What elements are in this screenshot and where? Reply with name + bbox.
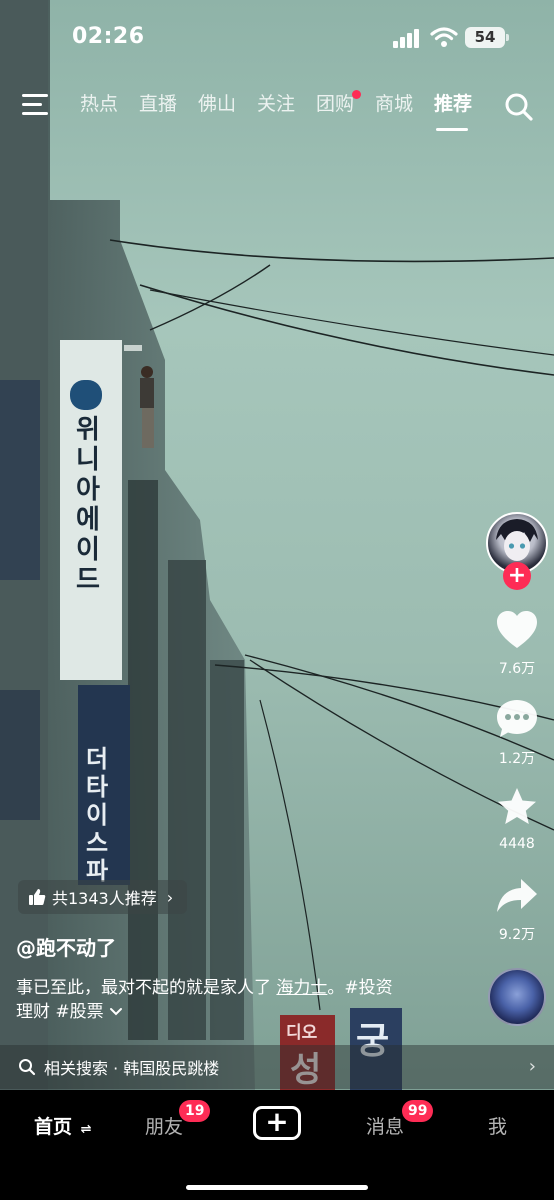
- chevron-right-icon: ›: [166, 887, 174, 907]
- video-player[interactable]: 위니아에이드 더타이스파 디오 성 궁: [0, 0, 554, 1090]
- bottom-nav: 首页 ⇌ 朋友 19 + 消息 99 我: [0, 1090, 554, 1200]
- battery-icon: 54: [465, 27, 509, 48]
- recommend-pill[interactable]: 共1343人推荐 ›: [18, 880, 188, 914]
- share-button[interactable]: 9.2万: [480, 876, 554, 944]
- comment-button[interactable]: 1.2万: [480, 698, 554, 768]
- nav-me[interactable]: 我: [488, 1112, 507, 1139]
- comment-count: 1.2万: [498, 751, 536, 767]
- battery-level: 54: [474, 28, 496, 46]
- status-time: 02:26: [72, 24, 145, 49]
- tab-group-buy[interactable]: 团购: [316, 90, 375, 126]
- author-name[interactable]: @跑不动了: [16, 932, 116, 961]
- feed-tabs: 热点 直播 佛山 关注 团购 商城 推荐: [80, 90, 493, 131]
- refresh-swap-icon: ⇌: [80, 1122, 92, 1137]
- post-description: 事已至此，最对不起的就是家人了 海力士。#投资 理财 #股票: [16, 976, 456, 1024]
- like-count: 7.6万: [498, 661, 536, 677]
- keyword-link[interactable]: 海力士: [276, 978, 327, 998]
- wifi-icon: [430, 27, 458, 47]
- nav-friends[interactable]: 朋友 19: [145, 1100, 211, 1139]
- nav-home[interactable]: 首页 ⇌: [34, 1112, 92, 1139]
- cellular-signal-icon: [393, 28, 421, 48]
- share-count: 9.2万: [498, 927, 536, 943]
- search-icon: [19, 1059, 36, 1076]
- tab-group-buy-label: 团购: [316, 93, 355, 115]
- star-icon: [498, 788, 536, 824]
- nav-messages[interactable]: 消息 99: [366, 1100, 434, 1139]
- nav-friends-label: 朋友: [145, 1116, 184, 1138]
- music-disc[interactable]: [488, 968, 546, 1026]
- messages-badge: 99: [402, 1100, 434, 1122]
- heart-icon: [497, 611, 537, 648]
- video-sign-2: 더타이스파: [86, 745, 109, 885]
- menu-icon[interactable]: [22, 94, 50, 116]
- favorite-count: 4448: [499, 836, 535, 852]
- chevron-down-icon[interactable]: [109, 1007, 123, 1017]
- nav-messages-label: 消息: [366, 1116, 405, 1138]
- favorite-button[interactable]: 4448: [480, 786, 554, 852]
- friends-badge: 19: [179, 1100, 211, 1122]
- notification-dot: [352, 90, 361, 99]
- tab-recommend[interactable]: 推荐: [434, 90, 493, 131]
- tab-local[interactable]: 佛山: [198, 90, 257, 126]
- search-icon[interactable]: [504, 92, 534, 122]
- related-search-text: 相关搜索 · 韩国股民跳楼: [44, 1059, 220, 1078]
- top-nav: 热点 直播 佛山 关注 团购 商城 推荐: [0, 84, 554, 134]
- comment-icon: [497, 700, 537, 737]
- video-sign-1: 위니아에이드: [76, 415, 100, 595]
- thumbs-up-icon: [29, 889, 46, 905]
- nav-home-label: 首页: [34, 1116, 73, 1138]
- create-post-button[interactable]: +: [253, 1106, 301, 1140]
- related-search-bar[interactable]: 相关搜索 · 韩国股民跳楼 ›: [0, 1045, 554, 1089]
- status-bar: 02:26 54: [0, 0, 554, 74]
- description-text: 事已至此，最对不起的就是家人了: [16, 978, 277, 998]
- hashtag-stock[interactable]: 理财 #股票: [16, 1002, 104, 1022]
- chevron-right-icon: ›: [528, 1056, 536, 1077]
- tab-live[interactable]: 直播: [139, 90, 198, 126]
- recommend-text: 共1343人推荐: [52, 889, 157, 908]
- home-indicator: [186, 1185, 368, 1190]
- follow-button[interactable]: +: [503, 562, 531, 590]
- like-button[interactable]: 7.6万: [480, 610, 554, 678]
- share-arrow-icon: [497, 879, 537, 912]
- hashtag-invest[interactable]: 。#投资: [327, 978, 392, 998]
- tab-mall[interactable]: 商城: [375, 90, 434, 126]
- tab-hot[interactable]: 热点: [80, 90, 139, 126]
- tab-following[interactable]: 关注: [257, 90, 316, 126]
